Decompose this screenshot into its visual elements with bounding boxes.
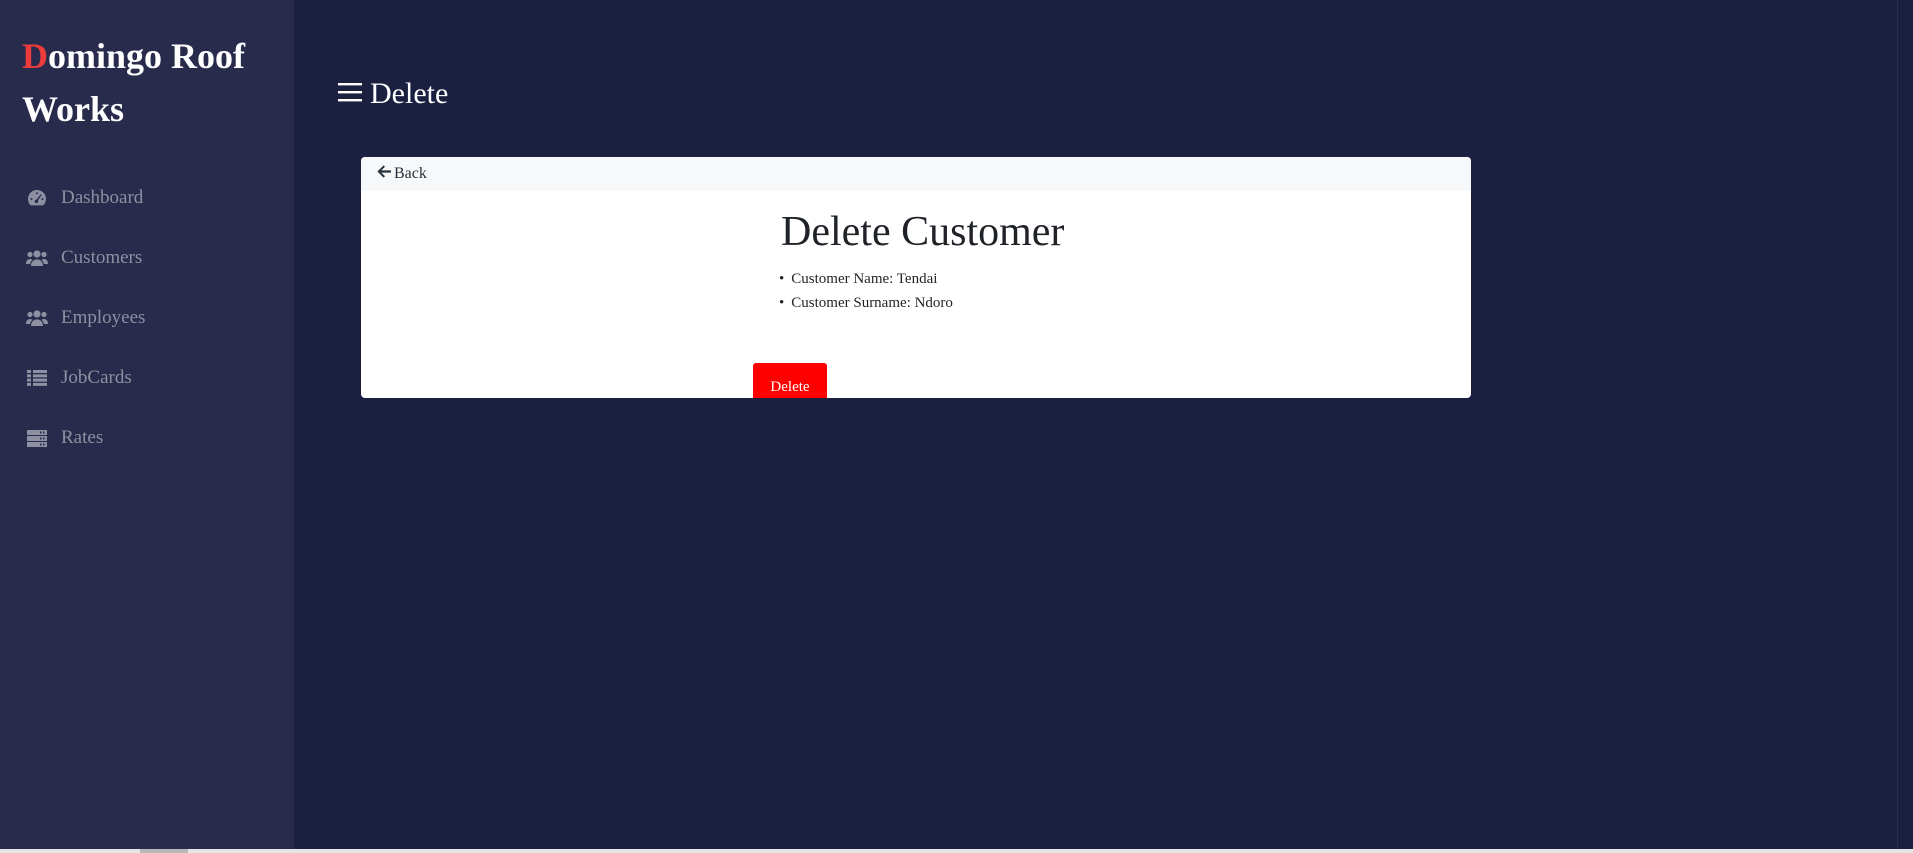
page-header: Delete <box>338 77 448 111</box>
sidebar-item-label: Rates <box>61 427 104 448</box>
scrollbar-thumb[interactable] <box>140 849 188 853</box>
sidebar-nav: Dashboard Customers Employees JobCards R… <box>0 168 294 468</box>
list-icon <box>25 366 49 390</box>
customer-details-list: Customer Name: Tendai Customer Surname: … <box>779 267 953 315</box>
arrow-left-icon <box>377 165 394 183</box>
sidebar-item-label: Dashboard <box>61 187 144 208</box>
card-title: Delete Customer <box>781 209 1065 255</box>
back-label: Back <box>394 165 427 182</box>
users-icon <box>25 246 49 270</box>
list-item: Customer Name: Tendai <box>779 267 953 291</box>
brand-first-letter: D <box>22 36 48 76</box>
hamburger-menu-icon[interactable] <box>338 77 362 111</box>
server-icon <box>25 426 49 450</box>
horizontal-scrollbar[interactable] <box>0 849 1913 853</box>
sidebar-item-label: Employees <box>61 307 146 328</box>
delete-customer-card: Back Delete Customer Customer Name: Tend… <box>361 157 1471 398</box>
back-link[interactable]: Back <box>377 165 427 183</box>
sidebar: Domingo Roof Works Dashboard Customers E… <box>0 0 294 853</box>
vertical-scrollbar[interactable] <box>1897 0 1913 853</box>
sidebar-item-customers[interactable]: Customers <box>0 228 294 288</box>
brand-logo-text[interactable]: Domingo Roof Works <box>22 30 272 136</box>
tachometer-icon <box>25 186 49 210</box>
sidebar-item-rates[interactable]: Rates <box>0 408 294 468</box>
users-icon <box>25 306 49 330</box>
card-body: Delete Customer Customer Name: Tendai Cu… <box>361 191 1471 398</box>
sidebar-item-label: JobCards <box>61 367 132 388</box>
delete-button[interactable]: Delete <box>753 363 827 398</box>
card-header: Back <box>361 157 1471 191</box>
list-item: Customer Surname: Ndoro <box>779 291 953 315</box>
sidebar-item-employees[interactable]: Employees <box>0 288 294 348</box>
sidebar-item-label: Customers <box>61 247 143 268</box>
page-title: Delete <box>370 77 449 110</box>
sidebar-item-jobcards[interactable]: JobCards <box>0 348 294 408</box>
sidebar-item-dashboard[interactable]: Dashboard <box>0 168 294 228</box>
brand-name-rest: omingo Roof Works <box>22 36 245 129</box>
